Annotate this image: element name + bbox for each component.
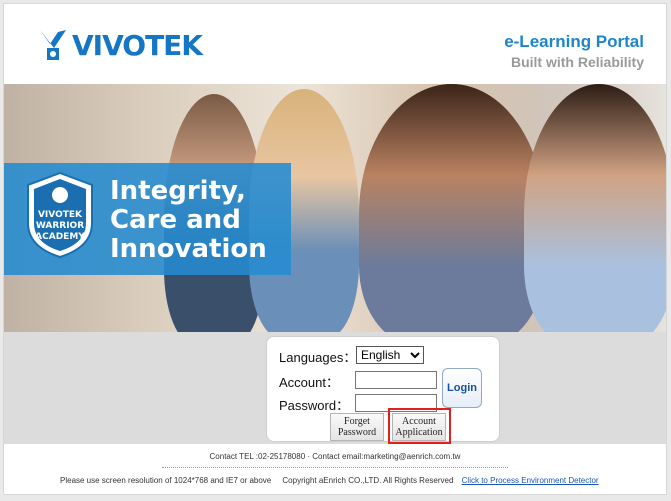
hero-person-right <box>524 84 666 332</box>
values-line-1: Integrity, <box>110 176 246 206</box>
vivotek-logo: VIVOTEK <box>38 28 203 62</box>
crest-text-2: WARRIOR <box>36 221 84 231</box>
highlight-box <box>388 408 451 444</box>
login-button[interactable]: Login <box>442 368 482 408</box>
resolution-note: Please use screen resolution of 1024*768… <box>60 476 272 485</box>
contact-info: Contact TEL :02-25178080 · Contact email… <box>209 452 461 461</box>
values-line-2: Care and <box>110 205 241 235</box>
values-line-3: Innovation <box>110 234 267 264</box>
brand-name: VIVOTEK <box>72 28 203 62</box>
hero-banner-image: VIVOTEK WARRIOR ACADEMY Integrity, Care … <box>4 84 666 332</box>
copyright: Copyright aEnrich CO.,LTD. All Rights Re… <box>282 476 454 485</box>
forget-password-button[interactable]: Forget Password <box>330 413 384 441</box>
values-text: Integrity, Care and Innovation <box>110 177 267 264</box>
hero-person-center <box>359 84 544 332</box>
forget-line-1: Forget <box>344 416 370 427</box>
language-select[interactable]: English <box>356 346 424 364</box>
values-banner: VIVOTEK WARRIOR ACADEMY Integrity, Care … <box>4 163 291 275</box>
footer: Contact TEL :02-25178080 · Contact email… <box>4 444 666 494</box>
forget-password-label: Forget Password <box>338 416 376 438</box>
password-label: Password： <box>279 398 350 413</box>
vivotek-bird-icon <box>40 30 66 60</box>
login-area: Languages： English Account： Password： Lo… <box>4 332 666 444</box>
account-input[interactable] <box>355 371 437 389</box>
environment-detector-link[interactable]: Click to Process Environment Detector <box>462 476 599 485</box>
footer-divider <box>162 467 508 468</box>
forget-line-2: Password <box>337 427 377 438</box>
crest-text-3: ACADEMY <box>35 232 85 242</box>
languages-label: Languages： <box>279 350 357 365</box>
portal-title: e-Learning Portal <box>504 32 644 51</box>
portal-subtitle: Built with Reliability <box>510 54 644 70</box>
footer-bottom-line: Please use screen resolution of 1024*768… <box>60 476 599 485</box>
warrior-academy-crest-icon: VIVOTEK WARRIOR ACADEMY <box>27 171 93 259</box>
portal-frame: VIVOTEK e-Learning Portal Built with Rel… <box>3 3 667 495</box>
account-label: Account： <box>279 375 339 390</box>
login-form: Languages： English Account： Password： Lo… <box>266 336 500 444</box>
crest-text-1: VIVOTEK <box>38 210 83 220</box>
header: VIVOTEK e-Learning Portal Built with Rel… <box>4 4 666 84</box>
